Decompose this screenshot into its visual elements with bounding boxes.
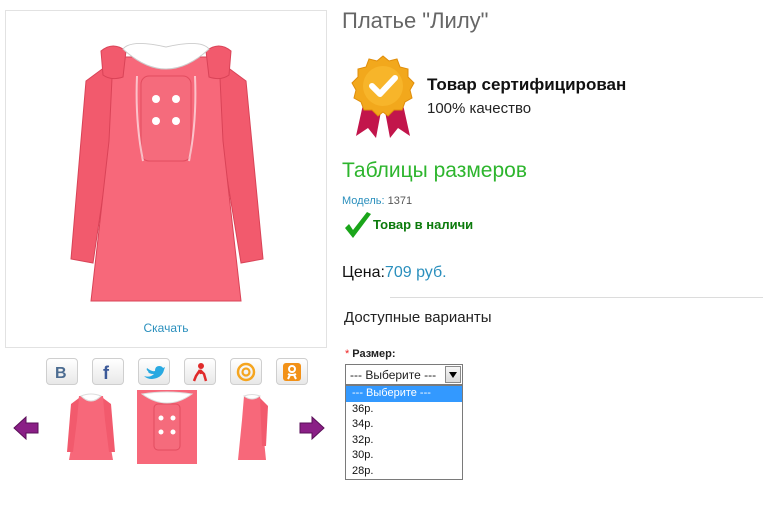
price-label: Цена: [342, 264, 385, 281]
prev-arrow-icon[interactable] [12, 414, 40, 442]
size-option[interactable]: 34р. [346, 417, 462, 433]
mail-at-icon[interactable] [230, 358, 262, 385]
model-info: Модель: 1371 [342, 195, 412, 207]
size-label-text: Размер: [352, 348, 396, 360]
stock-status: Товар в наличи [373, 217, 474, 232]
model-label: Модель: [342, 195, 385, 207]
required-mark: * [345, 348, 350, 360]
size-option[interactable]: 28р. [346, 464, 462, 480]
size-tables-link[interactable]: Таблицы размеров [342, 159, 527, 183]
variants-heading: Доступные варианты [344, 309, 492, 326]
product-title: Платье "Лилу" [342, 8, 489, 33]
in-stock-check-icon [345, 212, 371, 238]
product-main-image[interactable]: Скачать [5, 10, 327, 348]
svg-text:B: B [55, 365, 67, 381]
divider [390, 297, 763, 298]
size-select-value: --- Выберите --- [350, 368, 437, 382]
svg-text:f: f [103, 363, 110, 381]
size-option[interactable]: 32р. [346, 433, 462, 449]
download-link[interactable]: Скачать [6, 321, 326, 335]
thumbnail-1[interactable] [61, 390, 121, 464]
thumbnail-2[interactable] [137, 390, 197, 464]
dress-image [51, 21, 281, 316]
twitter-icon[interactable] [138, 358, 170, 385]
certified-badge-icon [351, 55, 415, 138]
next-arrow-icon[interactable] [298, 414, 326, 442]
size-select[interactable]: --- Выберите --- [345, 364, 463, 385]
price-value: 709 руб. [384, 264, 447, 281]
thumbnail-3[interactable] [222, 390, 282, 464]
vkontakte-icon[interactable]: B [46, 358, 78, 385]
size-option[interactable]: 36р. [346, 402, 462, 418]
odnoklassniki-icon[interactable] [276, 358, 308, 385]
size-option[interactable]: --- Выберите --- [346, 386, 462, 402]
size-label: * Размер: [345, 348, 396, 360]
model-value: 1371 [387, 195, 413, 207]
price: Цена:709 руб. [342, 264, 447, 282]
size-dropdown-list[interactable]: --- Выберите --- 36р. 34р. 32р. 30р. 28р… [345, 385, 463, 480]
certified-subtitle: 100% качество [427, 100, 532, 117]
chevron-down-icon[interactable] [445, 366, 461, 383]
certified-title: Товар сертифицирован [427, 75, 627, 94]
odnoklassniki-person-icon[interactable] [184, 358, 216, 385]
facebook-icon[interactable]: f [92, 358, 124, 385]
size-option[interactable]: 30р. [346, 448, 462, 464]
